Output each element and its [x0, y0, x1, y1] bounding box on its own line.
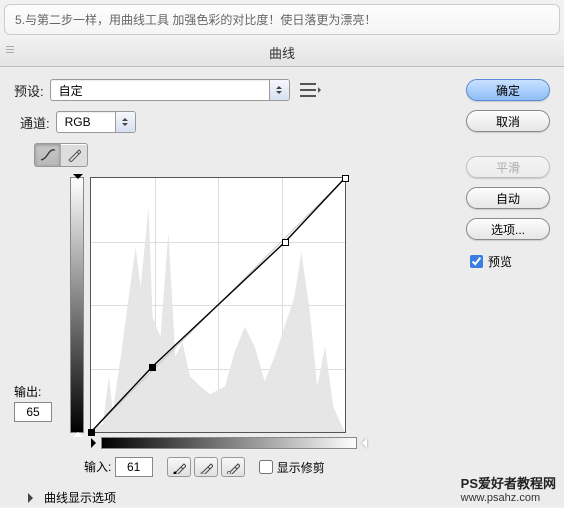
auto-button[interactable]: 自动	[466, 187, 550, 209]
curve-icon	[40, 148, 56, 162]
ok-button[interactable]: 确定	[466, 79, 550, 101]
pencil-curve-tool[interactable]	[61, 144, 87, 166]
dialog-body: 预设: 自定 通道: RGB	[0, 67, 564, 507]
input-field-group: 输入:	[84, 457, 153, 477]
channel-label: 通道:	[20, 113, 50, 132]
eyedropper-icon	[199, 460, 213, 474]
preview-input[interactable]	[470, 255, 483, 268]
v-gradient-top-marker	[73, 174, 83, 184]
white-point-eyedropper[interactable]	[221, 457, 245, 477]
channel-value: RGB	[57, 115, 115, 129]
dialog-title-bar: 曲线	[0, 39, 564, 67]
show-clipping-checkbox[interactable]: 显示修剪	[259, 459, 325, 476]
v-gradient-bottom-marker	[73, 427, 83, 437]
output-gradient	[70, 177, 84, 433]
disclosure-triangle-icon	[28, 493, 38, 503]
dropdown-arrows-icon	[269, 80, 289, 100]
smooth-button: 平滑	[466, 156, 550, 178]
dialog-title: 曲线	[269, 46, 295, 61]
preset-select[interactable]: 自定	[50, 79, 290, 101]
options-button[interactable]: 选项...	[466, 218, 550, 240]
preview-checkbox[interactable]: 预览	[466, 253, 550, 270]
h-gradient-right-marker[interactable]	[357, 438, 367, 448]
output-input[interactable]	[14, 402, 52, 422]
curve-point-black[interactable]	[88, 429, 95, 436]
pencil-icon	[67, 148, 81, 162]
curve-point-white[interactable]	[342, 175, 349, 182]
eyedropper-group	[167, 457, 245, 477]
preset-value: 自定	[51, 82, 269, 99]
gray-point-eyedropper[interactable]	[194, 457, 218, 477]
watermark-title: PS爱好者教程网	[461, 473, 556, 492]
annotation-bar: 5.与第二步一样，用曲线工具 加强色彩的对比度！使日落更为漂亮！	[4, 4, 560, 35]
curve-line	[91, 178, 345, 432]
curve-point-shadow[interactable]	[149, 364, 156, 371]
show-clipping-input[interactable]	[259, 460, 273, 474]
preset-menu-icon[interactable]	[300, 83, 316, 97]
curve-graph[interactable]	[90, 177, 346, 433]
h-gradient-left-marker[interactable]	[91, 438, 101, 448]
show-clipping-label: 显示修剪	[277, 459, 325, 476]
curve-tool-group	[34, 143, 88, 167]
cancel-button[interactable]: 取消	[466, 110, 550, 132]
options-toggle-label: 曲线显示选项	[44, 489, 116, 506]
preview-label: 预览	[488, 253, 512, 270]
eyedropper-icon	[172, 460, 186, 474]
preset-label: 预设:	[14, 81, 44, 100]
curve-point-highlight[interactable]	[282, 239, 289, 246]
dropdown-arrows-icon	[115, 112, 135, 132]
side-button-column: 确定 取消 平滑 自动 选项... 预览	[466, 79, 550, 270]
black-point-eyedropper[interactable]	[167, 457, 191, 477]
point-curve-tool[interactable]	[35, 144, 61, 166]
input-gradient	[101, 437, 357, 449]
input-input[interactable]	[115, 457, 153, 477]
output-label: 输出:	[14, 383, 52, 400]
eyedropper-icon	[226, 460, 240, 474]
watermark-url: www.psahz.com	[461, 492, 556, 504]
watermark: PS爱好者教程网 www.psahz.com	[461, 473, 556, 504]
output-field-group: 输出:	[14, 383, 52, 422]
input-label: 输入:	[84, 460, 111, 474]
window-lines-icon	[6, 49, 14, 50]
annotation-text: 5.与第二步一样，用曲线工具 加强色彩的对比度！使日落更为漂亮！	[15, 13, 376, 27]
channel-select[interactable]: RGB	[56, 111, 136, 133]
input-gradient-row	[91, 437, 550, 449]
